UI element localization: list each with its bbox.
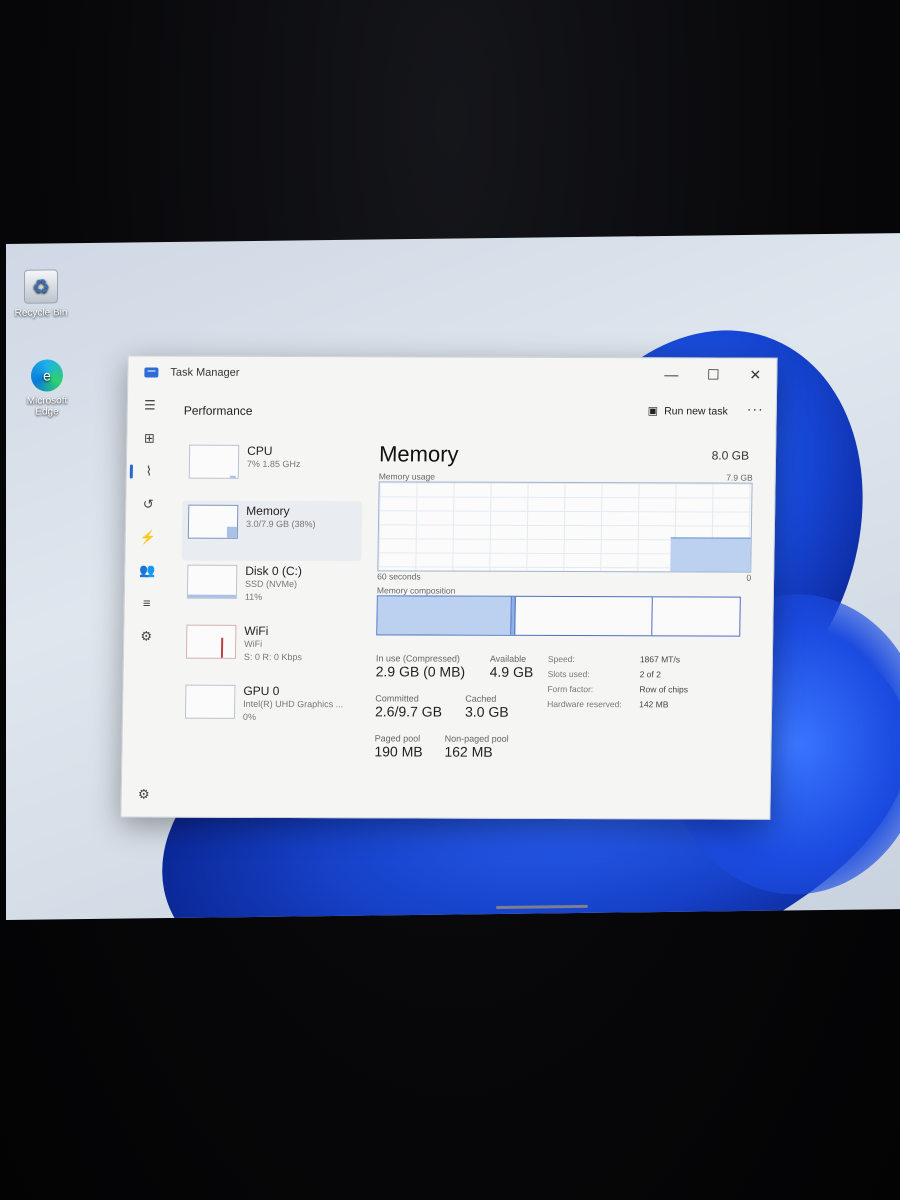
minimize-button[interactable]: — (650, 358, 692, 390)
non-paged-pool-label: Non-paged pool (444, 733, 509, 744)
hamburger-menu-icon[interactable]: ☰ (128, 388, 173, 421)
memory-usage-area (670, 537, 751, 572)
device-stat: Intel(R) UHD Graphics ... (243, 698, 344, 710)
device-thumbnail-graph (184, 684, 236, 719)
spec-key: Hardware reserved: (547, 698, 622, 710)
performance-icon[interactable]: ⌇ (127, 454, 172, 487)
close-button[interactable]: ✕ (734, 359, 776, 391)
memory-total: 8.0 GB (711, 448, 750, 463)
device-name: WiFi (244, 623, 269, 638)
spec-value: 2 of 2 (639, 669, 661, 680)
non-paged-pool-value: 162 MB (444, 743, 493, 760)
device-item-cpu[interactable]: CPU 7% 1.85 GHz (182, 441, 363, 502)
device-name: Disk 0 (C:) (245, 563, 303, 579)
spec-value: 142 MB (639, 699, 669, 710)
device-list: CPU 7% 1.85 GHz Memory 3.0/7.9 GB (38%) Di… (179, 441, 364, 742)
device-item-wifi[interactable]: WiFi WiFi S: 0 R: 0 Kbps (180, 621, 361, 682)
device-thumbnail-graph (185, 624, 237, 659)
graph-zero-label: 0 (746, 572, 752, 583)
device-stat: 0% (242, 711, 257, 722)
details-icon[interactable]: ≡ (125, 586, 170, 619)
desktop-icon-label: Microsoft Edge (26, 395, 68, 418)
available-label: Available (489, 653, 527, 664)
device-stat: S: 0 R: 0 Kbps (243, 651, 303, 663)
page-header: Performance ▣ Run new task ··· (183, 389, 776, 435)
composition-in-use[interactable] (377, 596, 512, 635)
run-task-icon: ▣ (647, 405, 659, 418)
memory-usage-label: Memory usage (378, 471, 436, 482)
run-new-task-button[interactable]: ▣ Run new task (648, 404, 728, 417)
device-stat: 7% 1.85 GHz (246, 458, 301, 470)
device-item-memory[interactable]: Memory 3.0/7.9 GB (38%) (181, 500, 363, 562)
run-new-task-label: Run new task (664, 404, 728, 418)
available-value: 4.9 GB (489, 663, 534, 680)
memory-composition-bar (376, 595, 741, 637)
composition-standby[interactable] (514, 596, 653, 636)
maximize-button[interactable]: ☐ (692, 358, 734, 390)
paged-pool-value: 190 MB (374, 743, 423, 760)
spec-key: Slots used: (547, 668, 590, 680)
monitor-bezel: ♻ Recycle Bin e Microsoft Edge Task Mana… (0, 0, 900, 1200)
memory-specs: Speed: 1867 MT/s Slots used: 2 of 2 Form f… (547, 654, 728, 715)
device-name: GPU 0 (243, 683, 280, 699)
app-history-icon[interactable]: ↺ (126, 487, 171, 520)
spec-value: Row of chips (639, 684, 689, 695)
device-stat: 3.0/7.9 GB (38%) (245, 518, 316, 530)
title-bar[interactable]: Task Manager — ☐ ✕ (128, 356, 776, 390)
task-manager-icon (144, 367, 159, 378)
device-name: Memory (246, 503, 290, 519)
in-use-label: In use (Compressed) (375, 653, 461, 664)
desktop-icon-edge[interactable]: e Microsoft Edge (12, 359, 82, 418)
edge-icon: e (31, 359, 63, 392)
task-manager-window: Task Manager — ☐ ✕ ☰ ⊞ ⌇ ↺ ⚡ 👥 ≡ ⚙ ⚙ Per… (120, 355, 778, 820)
window-title: Task Manager (170, 366, 240, 379)
device-stat: SSD (NVMe) (244, 578, 298, 590)
more-options-button[interactable]: ··· (747, 401, 764, 417)
startup-apps-icon[interactable]: ⚡ (126, 520, 171, 553)
spec-key: Speed: (547, 653, 575, 665)
time-range-label: 60 seconds (377, 571, 421, 582)
composition-free[interactable] (652, 597, 739, 635)
device-thumbnail-graph (188, 444, 240, 479)
processes-icon[interactable]: ⊞ (127, 421, 172, 454)
device-stat: WiFi (244, 638, 263, 649)
device-thumbnail-graph (187, 504, 239, 539)
device-name: CPU (247, 443, 273, 458)
desktop-icon-recycle-bin[interactable]: ♻ Recycle Bin (6, 269, 76, 319)
memory-usage-graph (377, 481, 753, 573)
navigation-rail: ☰ ⊞ ⌇ ↺ ⚡ 👥 ≡ ⚙ ⚙ (121, 388, 172, 816)
settings-gear-icon[interactable]: ⚙ (122, 777, 167, 810)
services-icon[interactable]: ⚙ (124, 619, 169, 652)
device-item-disk[interactable]: Disk 0 (C:) SSD (NVMe) 11% (180, 561, 361, 622)
device-stat: 11% (244, 591, 263, 602)
spec-value: 1867 MT/s (639, 654, 681, 665)
device-thumbnail-graph (186, 564, 238, 599)
page-title: Performance (183, 403, 253, 418)
committed-value: 2.6/9.7 GB (374, 703, 443, 720)
memory-heading: Memory (378, 441, 459, 467)
desktop-icon-label: Recycle Bin (14, 307, 68, 319)
desktop-screen: ♻ Recycle Bin e Microsoft Edge Task Mana… (6, 233, 900, 921)
users-icon[interactable]: 👥 (125, 553, 170, 586)
memory-panel: Memory 8.0 GB Memory usage 7.9 GB 60 sec… (374, 441, 763, 774)
wifi-spike (220, 637, 224, 658)
device-item-gpu[interactable]: GPU 0 Intel(R) UHD Graphics ... 0% (179, 681, 360, 742)
committed-label: Committed (375, 693, 419, 704)
recycle-bin-icon: ♻ (24, 269, 58, 304)
paged-pool-label: Paged pool (374, 733, 421, 744)
in-use-value: 2.9 GB (0 MB) (375, 663, 466, 680)
cached-label: Cached (465, 693, 497, 704)
cached-value: 3.0 GB (464, 703, 509, 720)
spec-key: Form factor: (547, 683, 594, 695)
memory-usage-max: 7.9 GB (726, 472, 753, 483)
